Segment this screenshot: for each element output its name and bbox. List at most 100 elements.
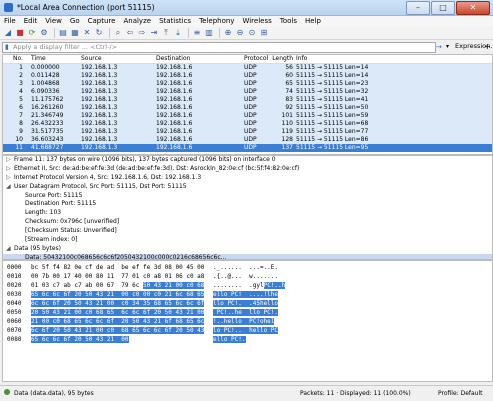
hex-bytes-selected: 65 6c 6c 6f 20 50 43 21 00 — [31, 336, 129, 343]
tree-item[interactable]: [Stream index: 0] — [3, 236, 492, 245]
capture-options-icon[interactable]: ⚙ — [39, 28, 49, 38]
cell-destination: 192.168.1.6 — [156, 64, 193, 71]
expand-arrow-icon[interactable]: ◢ — [6, 183, 14, 192]
menu-go[interactable]: Go — [66, 16, 84, 27]
col-no[interactable]: No. — [3, 55, 31, 63]
hex-ascii[interactable]: ._...... ...=..E. — [213, 263, 278, 272]
hex-ascii[interactable]: ello PC!. — [213, 335, 246, 344]
hex-ascii[interactable]: PC!..he llo PC!. — [213, 308, 279, 317]
resize-columns-icon[interactable]: ⊞ — [259, 28, 269, 38]
cell-info: 51115 → 51115 Len=41 — [296, 96, 369, 103]
menu-wireless[interactable]: Wireless — [238, 16, 275, 27]
hex-bytes[interactable]: 65 6c 6c 6f 20 50 43 21 00 c0 00 c0 21 6… — [31, 290, 205, 299]
go-to-packet-icon[interactable]: ⇥ — [149, 28, 159, 38]
expand-arrow-icon[interactable]: ▷ — [6, 165, 14, 174]
menu-view[interactable]: View — [41, 16, 66, 27]
start-capture-icon[interactable]: ◢ — [3, 28, 13, 38]
close-button[interactable]: ✕ — [456, 1, 490, 15]
table-row[interactable]: 10 36.603243 192.168.1.3 192.168.1.6 UDP 128 5… — [3, 136, 492, 144]
hex-bytes[interactable]: 6c 6f 20 50 43 21 00 c0 68 65 6c 6c 6f 2… — [31, 326, 205, 335]
cell-length: 137 — [281, 144, 293, 151]
hex-bytes[interactable]: 20 50 43 21 00 c0 68 65 6c 6c 6f 20 50 4… — [31, 308, 205, 317]
bookmark-icon[interactable]: ▮ — [5, 43, 9, 52]
menu-edit[interactable]: Edit — [20, 16, 42, 27]
add-filter-button[interactable]: + — [484, 42, 491, 51]
table-row[interactable]: 3 1.004868 192.168.1.3 192.168.1.6 UDP 65 5111… — [3, 80, 492, 88]
expand-arrow-icon[interactable]: ▷ — [6, 174, 14, 183]
tree-item[interactable]: [Checksum Status: Unverified] — [3, 227, 492, 236]
menu-help[interactable]: Help — [301, 16, 325, 27]
go-back-icon[interactable]: ⇦ — [125, 28, 135, 38]
col-time[interactable]: Time — [31, 55, 81, 63]
table-row[interactable]: 8 26.432233 192.168.1.3 192.168.1.6 UDP 110 51… — [3, 120, 492, 128]
status-profile[interactable]: Profile: Default — [438, 389, 483, 398]
reload-file-icon[interactable]: ↻ — [94, 28, 104, 38]
col-info[interactable]: Info — [296, 55, 492, 63]
hex-bytes[interactable]: 01 03 c7 ab c7 ab 00 67 79 6c 50 43 21 0… — [31, 281, 205, 290]
minimize-button[interactable]: – — [406, 1, 430, 15]
colorize-icon[interactable]: ▥ — [204, 28, 214, 38]
hex-bytes[interactable]: 6c 6c 6f 20 50 43 21 00 c0 34 35 68 65 6… — [31, 299, 205, 308]
cell-length: 65 — [285, 80, 293, 87]
hex-ascii[interactable]: ello PC! ....!lhe — [213, 290, 279, 299]
menu-telephony[interactable]: Telephony — [195, 16, 238, 27]
col-length[interactable]: Length — [272, 55, 296, 63]
zoom-in-icon[interactable]: ⊕ — [223, 28, 233, 38]
hex-bytes[interactable]: 00 7b 00 17 40 00 80 11 77 01 c0 a8 01 0… — [31, 272, 204, 281]
menu-tools[interactable]: Tools — [276, 16, 301, 27]
hex-ascii[interactable]: llo PC!. .45hello — [213, 299, 279, 308]
tree-item[interactable]: ◢ User Datagram Protocol, Src Port: 51115… — [3, 183, 492, 192]
menu-capture[interactable]: Capture — [84, 16, 120, 27]
menu-file[interactable]: File — [0, 16, 20, 27]
hex-bytes[interactable]: 21 00 c0 68 65 6c 6c 6f 20 50 43 21 6f 6… — [31, 317, 205, 326]
go-last-icon[interactable]: ⤓ — [173, 28, 183, 38]
hex-ascii[interactable]: !..hello PC!ohel — [213, 317, 275, 326]
tree-item[interactable]: ▷ Internet Protocol Version 4, Src: 192.1… — [3, 174, 492, 183]
table-row[interactable]: 5 11.175762 192.168.1.3 192.168.1.6 UDP 83 511… — [3, 96, 492, 104]
tree-item[interactable]: Destination Port: 51115 — [3, 200, 492, 209]
expand-arrow-icon[interactable]: ▷ — [6, 156, 14, 165]
tree-item[interactable]: Checksum: 0x796c [unverified] — [3, 218, 492, 227]
stop-capture-icon[interactable]: ■ — [15, 28, 25, 38]
hex-row: 0080 65 6c 6c 6f 20 50 43 21 00 ello PC!. — [3, 335, 492, 344]
go-forward-icon[interactable]: ⇨ — [137, 28, 147, 38]
col-source[interactable]: Source — [81, 55, 156, 63]
table-row[interactable]: 6 16.261260 192.168.1.3 192.168.1.6 UDP 92 511… — [3, 104, 492, 112]
tree-item[interactable]: ▷ Ethernet II, Src: de:ad:be:ef:fe:3d (de… — [3, 165, 492, 174]
menu-statistics[interactable]: Statistics — [155, 16, 195, 27]
table-row[interactable]: 1 0.000000 192.168.1.3 192.168.1.6 UDP 56 5111… — [3, 64, 492, 72]
hex-ascii[interactable]: .{..@... w....... — [213, 272, 278, 281]
apply-filter-icon[interactable]: → — [436, 43, 442, 51]
autoscroll-icon[interactable]: ≡ — [192, 28, 202, 38]
menu-analyze[interactable]: Analyze — [119, 16, 155, 27]
table-row[interactable]: 9 31.517735 192.168.1.3 192.168.1.6 UDP 119 51… — [3, 128, 492, 136]
tree-item[interactable]: ◢ Data (95 bytes) — [3, 245, 492, 254]
table-row[interactable]: 2 0.011428 192.168.1.3 192.168.1.6 UDP 60 5111… — [3, 72, 492, 80]
hex-bytes[interactable]: 65 6c 6c 6f 20 50 43 21 00 — [31, 335, 129, 344]
save-file-icon[interactable]: ▦ — [70, 28, 80, 38]
tree-item[interactable]: ▷ Frame 11: 137 bytes on wire (1096 bits)… — [3, 156, 492, 165]
table-row[interactable]: 11 41.688727 192.168.1.3 192.168.1.6 UDP 137 5… — [3, 144, 492, 152]
hex-ascii[interactable]: ........ .gylPC!..h — [213, 281, 286, 290]
hex-bytes[interactable]: bc 5f f4 82 0e cf de ad be ef fe 3d 08 0… — [31, 263, 204, 272]
cell-length: 110 — [281, 120, 293, 127]
zoom-normal-icon[interactable]: ⊙ — [247, 28, 257, 38]
col-protocol[interactable]: Protocol — [244, 55, 272, 63]
find-packet-icon[interactable]: ⌕ — [113, 28, 123, 38]
zoom-out-icon[interactable]: ⊖ — [235, 28, 245, 38]
restart-capture-icon[interactable]: ⟳ — [27, 28, 37, 38]
maximize-button[interactable]: □ — [431, 1, 455, 15]
display-filter-input[interactable]: ▮ Apply a display filter ... <Ctrl-/> — [2, 42, 436, 53]
filter-history-icon[interactable]: ▾ — [446, 43, 449, 50]
open-file-icon[interactable]: ▤ — [58, 28, 68, 38]
table-row[interactable]: 7 21.346749 192.168.1.3 192.168.1.6 UDP 101 51… — [3, 112, 492, 120]
cell-protocol: UDP — [244, 96, 257, 103]
go-first-icon[interactable]: ⤒ — [161, 28, 171, 38]
table-row[interactable]: 4 6.090336 192.168.1.3 192.168.1.6 UDP 74 5111… — [3, 88, 492, 96]
tree-item[interactable]: Source Port: 51115 — [3, 192, 492, 201]
tree-item[interactable]: Length: 103 — [3, 209, 492, 218]
hex-ascii[interactable]: lo PC!.. hello PC — [213, 326, 279, 335]
expand-arrow-icon[interactable]: ◢ — [6, 245, 14, 254]
col-destination[interactable]: Destination — [156, 55, 244, 63]
close-file-icon[interactable]: ✕ — [82, 28, 92, 38]
